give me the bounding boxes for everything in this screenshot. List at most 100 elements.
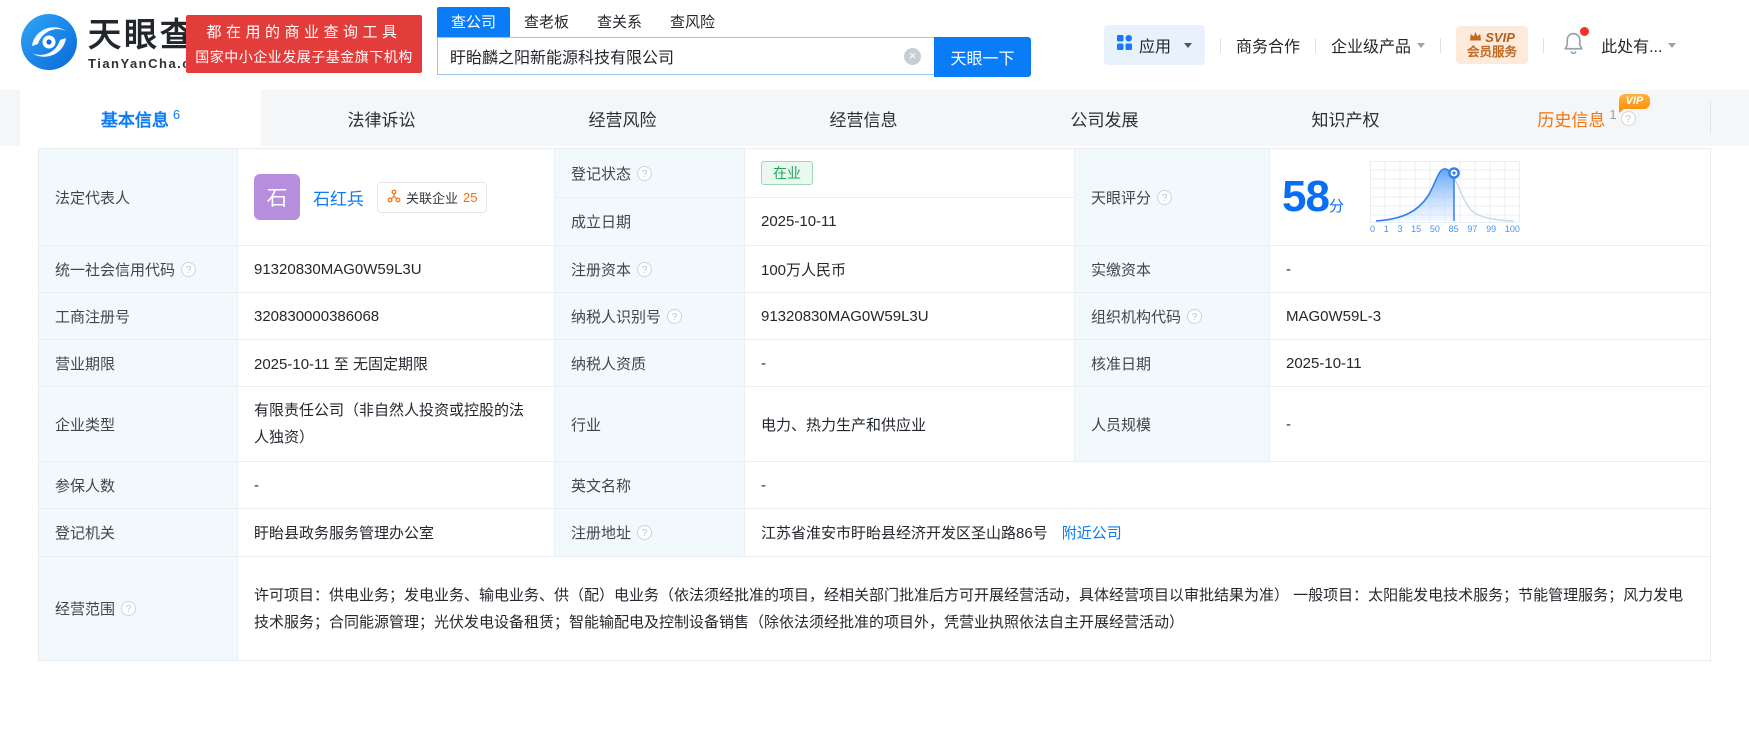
field-label-english-name: 英文名称	[555, 462, 745, 509]
help-icon[interactable]: ?	[637, 525, 653, 540]
help-icon[interactable]: ?	[1157, 189, 1173, 205]
field-label-business-scope: 经营范围?	[39, 557, 238, 660]
tab-operating-risk[interactable]: 经营风险	[502, 90, 743, 146]
field-label-staff-size: 人员规模	[1075, 387, 1270, 462]
promo-banner-line1: 都在用的商业查询工具	[206, 24, 402, 41]
tab-count: 6	[172, 106, 181, 122]
network-icon	[387, 189, 401, 206]
field-label-taxpayer-quality: 纳税人资质	[555, 340, 745, 387]
username: 此处有...	[1601, 39, 1663, 56]
field-label-establish-date: 成立日期	[555, 198, 745, 246]
field-label-reg-status: 登记状态 ?	[555, 149, 745, 198]
svip-sublabel: 会员服务	[1467, 45, 1518, 60]
avatar[interactable]: 石	[254, 174, 300, 220]
field-label-industry: 行业	[555, 387, 745, 462]
field-value-org-code: MAG0W59L-3	[1270, 293, 1710, 340]
top-nav: 应用 商务合作 企业级产品 SVIP 会员服务 此处有...	[1104, 25, 1677, 65]
related-companies-label: 关联企业	[406, 190, 459, 206]
tab-legal-litigation[interactable]: 法律诉讼	[261, 90, 502, 146]
field-value-business-term: 2025-10-11 至 无固定期限	[238, 340, 555, 387]
apps-menu[interactable]: 应用	[1104, 25, 1206, 65]
help-icon[interactable]: ?	[637, 261, 653, 277]
tab-history-info[interactable]: VIP 历史信息 1 ?	[1466, 90, 1707, 146]
divider	[1543, 37, 1545, 53]
help-icon[interactable]: ?	[181, 261, 197, 277]
field-label-reg-authority: 登记机关	[39, 509, 238, 557]
field-value-industry: 电力、热力生产和供应业	[745, 387, 1075, 462]
search-tab-boss[interactable]: 查老板	[510, 7, 583, 37]
svip-member-button[interactable]: SVIP 会员服务	[1456, 25, 1529, 65]
field-label-reg-address: 注册地址?	[555, 509, 745, 557]
score-chart-axis: 0 1 3 15 50 85 97 99 100	[1369, 223, 1520, 234]
notification-dot	[1580, 27, 1590, 36]
tab-label: 公司发展	[1070, 110, 1139, 130]
score-unit: 分	[1328, 198, 1344, 215]
nearby-companies-link[interactable]: 附近公司	[1062, 522, 1122, 543]
divider	[1220, 37, 1222, 53]
search-tabs: 查公司 查老板 查关系 查风险	[437, 7, 1031, 37]
bell-icon	[1563, 32, 1584, 58]
score-distribution-chart: 0 1 3 15 50 85 97 99 100	[1369, 160, 1520, 234]
nav-enterprise-products[interactable]: 企业级产品	[1331, 33, 1426, 57]
field-label-score: 天眼评分 ?	[1075, 149, 1270, 246]
field-value-uscc: 91320830MAG0W59L3U	[238, 246, 555, 293]
tab-company-development[interactable]: 公司发展	[984, 90, 1225, 146]
nav-business-cooperation[interactable]: 商务合作	[1236, 33, 1300, 57]
field-value-reg-address: 江苏省淮安市盱眙县经济开发区圣山路86号 附近公司	[745, 509, 1710, 557]
promo-banner-line2: 国家中小企业发展子基金旗下机构	[195, 49, 413, 65]
field-label-uscc: 统一社会信用代码?	[39, 246, 238, 293]
legal-rep-name-link[interactable]: 石红兵	[313, 185, 364, 210]
field-value-approval-date: 2025-10-11	[1270, 340, 1710, 387]
field-label-business-term: 营业期限	[39, 340, 238, 387]
crown-icon	[1469, 30, 1482, 46]
field-value-taxpayer-quality: -	[745, 340, 1075, 387]
field-value-reg-status: 在业	[745, 149, 1075, 198]
field-value-reg-no: 320830000386068	[238, 293, 555, 340]
user-menu[interactable]: 此处有...	[1601, 33, 1677, 57]
tab-intellectual-property[interactable]: 知识产权	[1225, 90, 1466, 146]
divider	[1440, 37, 1442, 53]
field-value-score: 58分 0 1 3 15 50 85 97 99 100	[1270, 149, 1710, 246]
field-value-reg-authority: 盱眙县政务服务管理办公室	[238, 509, 555, 557]
field-label-reg-capital: 注册资本?	[555, 246, 745, 293]
field-value-legal-rep: 石 石红兵 关联企业 25	[238, 149, 555, 246]
field-label-taxpayer-id: 纳税人识别号?	[555, 293, 745, 340]
search-tab-risk[interactable]: 查风险	[656, 7, 729, 37]
search-button[interactable]: 天眼一下	[934, 37, 1031, 77]
field-value-english-name: -	[745, 462, 1710, 509]
field-value-paid-capital: -	[1270, 246, 1710, 293]
tab-label: 法律诉讼	[347, 110, 416, 130]
divider	[1710, 102, 1711, 134]
apps-label: 应用	[1139, 39, 1172, 56]
field-label-reg-no: 工商注册号	[39, 293, 238, 340]
field-value-taxpayer-id: 91320830MAG0W59L3U	[745, 293, 1075, 340]
help-icon[interactable]: ?	[1187, 308, 1203, 324]
header: 天眼查 TianYanCha.com 都在用的商业查询工具 国家中小企业发展子基…	[0, 0, 1749, 88]
help-icon[interactable]: ?	[667, 308, 683, 324]
help-icon[interactable]: ?	[637, 165, 653, 181]
apps-grid-icon	[1117, 35, 1132, 55]
field-label-insured-count: 参保人数	[39, 462, 238, 509]
company-basic-info-table: 法定代表人 石 石红兵 关联企业 25 登记状态 ? 在业 成立日期 2025-…	[38, 148, 1711, 661]
score-number: 58	[1282, 172, 1330, 221]
field-label-legal-rep: 法定代表人	[39, 149, 238, 246]
search-tab-company[interactable]: 查公司	[437, 7, 511, 37]
tab-label: 历史信息	[1537, 110, 1606, 130]
related-companies-count: 25	[463, 189, 478, 205]
vip-badge: VIP	[1618, 94, 1651, 113]
tab-basic-info[interactable]: 基本信息 6	[20, 90, 261, 146]
search-area: 查公司 查老板 查关系 查风险 × 天眼一下	[437, 7, 1031, 77]
tianyancha-logo[interactable]: 天眼查 TianYanCha.com	[20, 13, 214, 76]
tab-business-info[interactable]: 经营信息	[743, 90, 984, 146]
search-tab-relation[interactable]: 查关系	[583, 7, 656, 37]
chevron-down-icon	[1668, 42, 1677, 48]
field-label-approval-date: 核准日期	[1075, 340, 1270, 387]
search-input[interactable]	[437, 37, 934, 75]
notifications-button[interactable]	[1563, 27, 1590, 59]
field-value-staff-size: -	[1270, 387, 1710, 462]
related-companies-button[interactable]: 关联企业 25	[377, 181, 488, 213]
clear-search-icon[interactable]: ×	[904, 48, 921, 65]
help-icon[interactable]: ?	[121, 601, 137, 616]
enterprise-products-label: 企业级产品	[1331, 39, 1412, 56]
